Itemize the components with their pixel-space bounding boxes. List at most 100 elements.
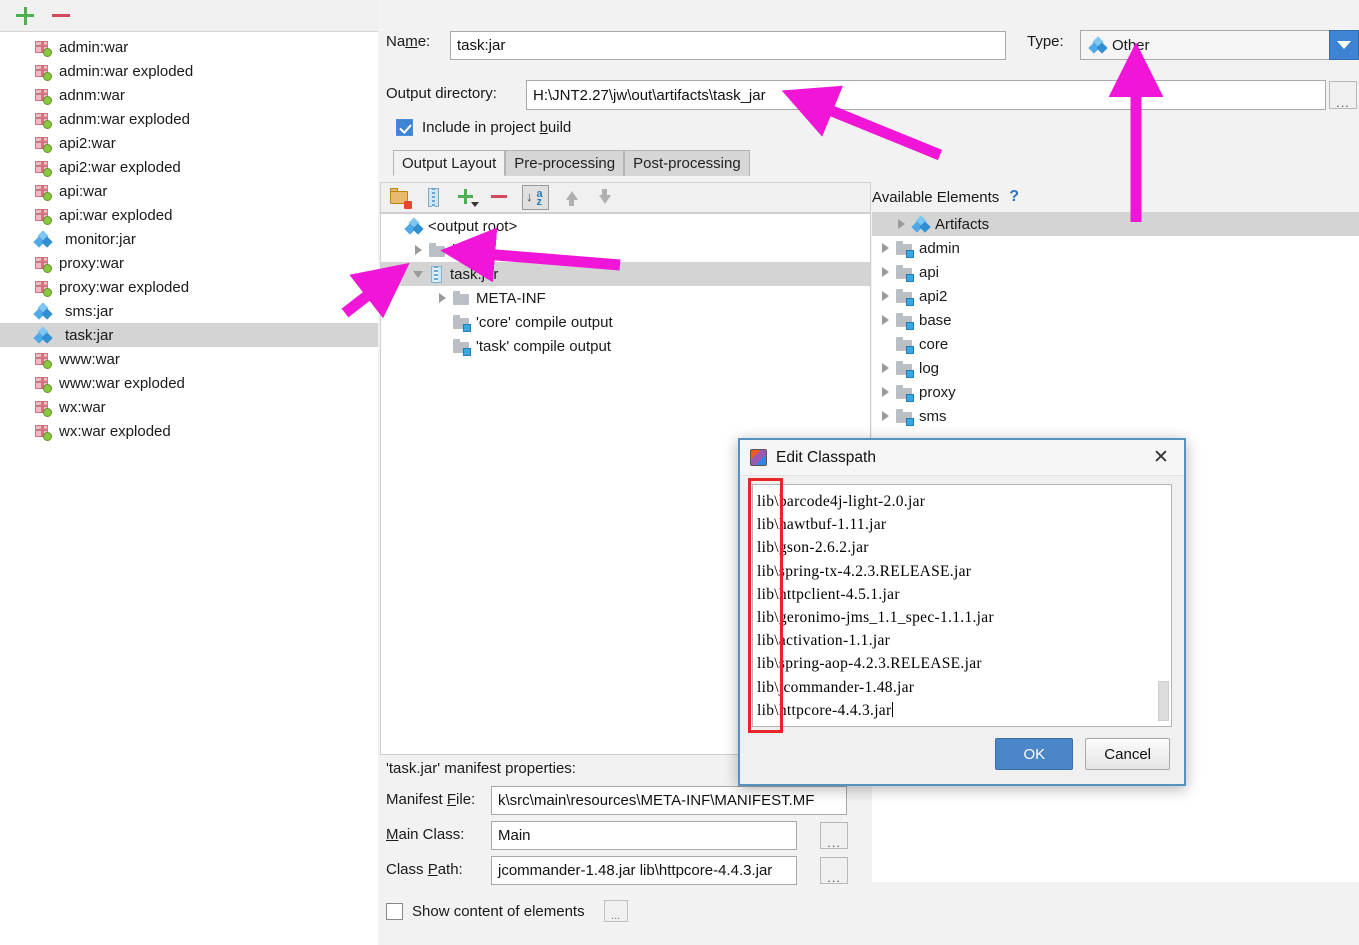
artifact-list-item[interactable]: monitor:jar — [0, 227, 378, 251]
output-layout-tree-node[interactable]: META-INF — [381, 286, 870, 310]
twisty-closed-icon[interactable] — [433, 286, 453, 310]
artifact-list-item[interactable]: adnm:war exploded — [0, 107, 378, 131]
artifact-list-item-label: www:war exploded — [59, 374, 185, 392]
artifact-list-item-label: api2:war — [59, 134, 116, 152]
output-layout-tree-node-label: META-INF — [476, 289, 546, 307]
module-output-icon — [896, 360, 914, 378]
classpath-scrollbar[interactable] — [1156, 486, 1170, 725]
add-artifact-button[interactable] — [14, 5, 36, 27]
available-element-node[interactable]: api2 — [872, 284, 1359, 308]
remove-icon[interactable] — [489, 187, 510, 208]
type-label: Type: — [1027, 33, 1064, 50]
output-layout-tree-node[interactable]: lib — [381, 238, 870, 262]
war-artifact-icon — [34, 135, 52, 153]
sort-alphabetically-icon[interactable]: ↓ a z — [522, 185, 549, 210]
available-elements-title: Available Elements — [872, 188, 1000, 206]
main-class-input[interactable]: Main — [491, 821, 797, 850]
output-layout-tree-node[interactable]: <output root> — [381, 214, 870, 238]
artifact-list-item[interactable]: task:jar — [0, 323, 378, 347]
tab-post-processing[interactable]: Post-processing — [624, 150, 750, 176]
output-directory-input[interactable]: H:\JNT2.27\jw\out\artifacts\task_jar — [526, 80, 1326, 110]
war-artifact-icon — [34, 63, 52, 81]
class-path-input[interactable]: jcommander-1.48.jar lib\httpcore-4.4.3.j… — [491, 856, 797, 885]
twisty-closed-icon[interactable] — [876, 404, 896, 428]
available-element-node[interactable]: base — [872, 308, 1359, 332]
available-element-node[interactable]: api — [872, 260, 1359, 284]
classpath-entry: lib\gson-2.6.2.jar — [757, 539, 869, 557]
artifact-type-icon — [1088, 35, 1108, 54]
artifact-list-item[interactable]: admin:war — [0, 35, 378, 59]
output-directory-browse-button[interactable]: ... — [1329, 81, 1357, 109]
checkbox-icon — [386, 902, 403, 920]
show-content-browse-button[interactable]: ... — [603, 900, 628, 922]
add-icon[interactable] — [456, 187, 479, 208]
type-combobox[interactable]: Other — [1080, 30, 1359, 60]
artifact-list-item[interactable]: admin:war exploded — [0, 59, 378, 83]
available-element-node[interactable]: admin — [872, 236, 1359, 260]
move-down-icon[interactable] — [594, 187, 615, 208]
create-directory-icon[interactable] — [390, 187, 412, 209]
dialog-buttons: OK Cancel — [995, 738, 1170, 770]
twisty-open-icon[interactable] — [409, 262, 429, 286]
help-icon[interactable]: ? — [1009, 188, 1019, 206]
war-artifact-icon — [34, 351, 52, 369]
output-layout-tree-node[interactable]: 'core' compile output — [381, 310, 870, 334]
twisty-closed-icon[interactable] — [876, 308, 896, 332]
tab-output-layout[interactable]: Output Layout — [393, 150, 506, 176]
ellipsis-label: ... — [611, 910, 621, 922]
artifact-list-item[interactable]: api2:war exploded — [0, 155, 378, 179]
scrollbar-thumb[interactable] — [1158, 681, 1169, 721]
class-path-browse-button[interactable]: ... — [820, 857, 848, 884]
artifact-list-item[interactable]: proxy:war exploded — [0, 275, 378, 299]
artifact-list-item[interactable]: adnm:war — [0, 83, 378, 107]
artifact-list-item[interactable]: www:war exploded — [0, 371, 378, 395]
classpath-textarea[interactable]: lib\barcode4j-light-2.0.jar lib\hawtbuf-1… — [752, 484, 1172, 727]
classpath-entry: lib\hawtbuf-1.11.jar — [757, 516, 887, 534]
name-value: task:jar — [457, 37, 506, 54]
twisty-closed-icon[interactable] — [892, 212, 912, 236]
twisty-closed-icon[interactable] — [876, 284, 896, 308]
artifact-list-item[interactable]: sms:jar — [0, 299, 378, 323]
move-up-icon[interactable] — [561, 187, 582, 208]
edit-classpath-dialog: Edit Classpath ✕ lib\barcode4j-light-2.0… — [738, 438, 1186, 786]
output-layout-tree-node[interactable]: 'task' compile output — [381, 334, 870, 358]
ok-button[interactable]: OK — [995, 738, 1074, 770]
tab-pre-processing[interactable]: Pre-processing — [505, 150, 625, 176]
remove-artifact-button[interactable] — [50, 5, 72, 27]
available-element-node[interactable]: proxy — [872, 380, 1359, 404]
twisty-closed-icon[interactable] — [876, 260, 896, 284]
include-in-project-build-checkbox[interactable]: Include in project build — [396, 119, 571, 136]
available-element-node[interactable]: core — [872, 332, 1359, 356]
artifact-list-item[interactable]: api2:war — [0, 131, 378, 155]
show-content-of-elements-checkbox[interactable]: Show content of elements ... — [386, 900, 628, 922]
main-class-value: Main — [498, 827, 531, 844]
twisty-closed-icon[interactable] — [876, 236, 896, 260]
artifact-tabs[interactable]: Output Layout Pre-processing Post-processi… — [393, 150, 750, 176]
include-in-project-build-label: Include in project build — [422, 119, 572, 136]
cancel-button[interactable]: Cancel — [1085, 738, 1170, 770]
available-element-node-label: proxy — [919, 383, 956, 401]
artifact-list-item[interactable]: api:war — [0, 179, 378, 203]
twisty-closed-icon[interactable] — [409, 238, 429, 262]
output-directory-value: H:\JNT2.27\jw\out\artifacts\task_jar — [533, 86, 766, 104]
twisty-closed-icon[interactable] — [876, 356, 896, 380]
chevron-down-icon[interactable] — [1329, 30, 1359, 60]
create-archive-icon[interactable] — [423, 187, 444, 208]
artifact-list-item[interactable]: api:war exploded — [0, 203, 378, 227]
artifacts-list[interactable]: admin:war admin:war exploded adnm:war adnm:… — [0, 32, 378, 945]
war-artifact-icon — [34, 183, 52, 201]
artifact-list-item-label: sms:jar — [65, 302, 114, 320]
artifact-list-item[interactable]: proxy:war — [0, 251, 378, 275]
twisty-closed-icon[interactable] — [876, 380, 896, 404]
available-element-node[interactable]: sms — [872, 404, 1359, 428]
manifest-file-input[interactable]: k\src\main\resources\META-INF\MANIFEST.M… — [491, 786, 847, 815]
artifact-list-item[interactable]: www:war — [0, 347, 378, 371]
artifact-list-item[interactable]: wx:war — [0, 395, 378, 419]
name-input[interactable]: task:jar — [450, 31, 1006, 60]
main-class-browse-button[interactable]: ... — [820, 822, 848, 849]
artifact-list-item[interactable]: wx:war exploded — [0, 419, 378, 443]
available-element-node[interactable]: log — [872, 356, 1359, 380]
close-icon[interactable]: ✕ — [1148, 445, 1174, 471]
output-layout-tree-node[interactable]: task.jar — [381, 262, 870, 286]
available-element-node[interactable]: Artifacts — [872, 212, 1359, 236]
